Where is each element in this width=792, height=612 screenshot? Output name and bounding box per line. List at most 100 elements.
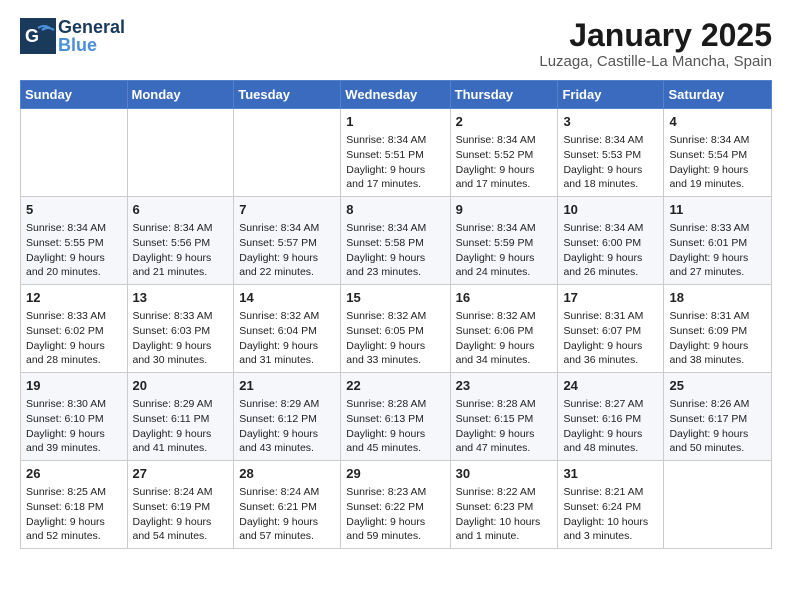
calendar-cell: 11Sunrise: 8:33 AM Sunset: 6:01 PM Dayli… [664,197,772,285]
calendar-cell: 20 Sunrise: 8:29 AM Sunset: 6:11 PM Dayli… [127,373,234,461]
calendar-cell [234,109,341,197]
day-number: 18 [669,289,766,307]
day-info: Sunrise: 8:31 AM Sunset: 6:07 PM Dayligh… [563,309,658,368]
day-info: Sunrise: 8:30 AM Sunset: 6:10 PM Dayligh… [26,397,122,456]
day-info: Sunrise: 8:34 AM Sunset: 5:57 PM Dayligh… [239,221,335,280]
day-number: 12 [26,289,122,307]
calendar-cell: 28 Sunrise: 8:24 AM Sunset: 6:21 PM Dayli… [234,460,341,548]
calendar-cell: 6 Sunrise: 8:34 AM Sunset: 5:56 PM Daylig… [127,197,234,285]
day-info: Sunrise: 8:24 AM Sunset: 6:21 PM Dayligh… [239,485,335,544]
logo-general: General [58,18,125,36]
day-number: 24 [563,377,658,395]
day-number: 7 [239,201,335,219]
day-number: 29 [346,465,444,483]
week-row-3: 12 Sunrise: 8:33 AM Sunset: 6:02 PM Dayli… [21,285,772,373]
day-number: 25 [669,377,766,395]
logo: G General Blue [20,18,125,54]
calendar-cell: 26 Sunrise: 8:25 AM Sunset: 6:18 PM Dayli… [21,460,128,548]
day-number: 31 [563,465,658,483]
day-number: 8 [346,201,444,219]
calendar-cell: 12 Sunrise: 8:33 AM Sunset: 6:02 PM Dayli… [21,285,128,373]
day-info: Sunrise: 8:25 AM Sunset: 6:18 PM Dayligh… [26,485,122,544]
calendar-cell: 3Sunrise: 8:34 AM Sunset: 5:53 PM Daylig… [558,109,664,197]
day-info: Sunrise: 8:22 AM Sunset: 6:23 PM Dayligh… [456,485,553,544]
calendar-table: SundayMondayTuesdayWednesdayThursdayFrid… [20,80,772,549]
day-number: 6 [133,201,229,219]
calendar-cell: 2Sunrise: 8:34 AM Sunset: 5:52 PM Daylig… [450,109,558,197]
day-info: Sunrise: 8:28 AM Sunset: 6:15 PM Dayligh… [456,397,553,456]
weekday-header-thursday: Thursday [450,81,558,109]
day-number: 26 [26,465,122,483]
week-row-1: 1 Sunrise: 8:34 AM Sunset: 5:51 PM Daylig… [21,109,772,197]
day-number: 1 [346,113,444,131]
calendar-cell: 17 Sunrise: 8:31 AM Sunset: 6:07 PM Dayli… [558,285,664,373]
day-info: Sunrise: 8:33 AM Sunset: 6:03 PM Dayligh… [133,309,229,368]
calendar-cell: 29 Sunrise: 8:23 AM Sunset: 6:22 PM Dayli… [341,460,450,548]
header: G General Blue January 2025 Luzaga, Cast… [20,18,772,70]
day-info: Sunrise: 8:21 AM Sunset: 6:24 PM Dayligh… [563,485,658,544]
day-info: Sunrise: 8:32 AM Sunset: 6:06 PM Dayligh… [456,309,553,368]
calendar-cell: 18 Sunrise: 8:31 AM Sunset: 6:09 PM Dayli… [664,285,772,373]
day-info: Sunrise: 8:24 AM Sunset: 6:19 PM Dayligh… [133,485,229,544]
calendar-cell: 31 Sunrise: 8:21 AM Sunset: 6:24 PM Dayli… [558,460,664,548]
calendar-cell: 27 Sunrise: 8:24 AM Sunset: 6:19 PM Dayli… [127,460,234,548]
day-info: Sunrise: 8:34 AM Sunset: 5:55 PM Dayligh… [26,221,122,280]
day-number: 2 [456,113,553,131]
day-info: Sunrise: 8:34 AM Sunset: 5:56 PM Dayligh… [133,221,229,280]
day-info: Sunrise: 8:34 AM Sunset: 5:53 PM Dayligh… [563,133,658,192]
logo-square: G [20,18,56,54]
page: G General Blue January 2025 Luzaga, Cast… [0,0,792,567]
day-number: 28 [239,465,335,483]
day-info: Sunrise: 8:32 AM Sunset: 6:04 PM Dayligh… [239,309,335,368]
day-number: 27 [133,465,229,483]
day-number: 15 [346,289,444,307]
day-info: Sunrise: 8:28 AM Sunset: 6:13 PM Dayligh… [346,397,444,456]
day-info: Sunrise: 8:34 AM Sunset: 5:54 PM Dayligh… [669,133,766,192]
day-info: Sunrise: 8:34 AM Sunset: 6:00 PM Dayligh… [563,221,658,280]
weekday-header-tuesday: Tuesday [234,81,341,109]
calendar-title: January 2025 [539,18,772,53]
calendar-cell [127,109,234,197]
calendar-cell [664,460,772,548]
day-info: Sunrise: 8:23 AM Sunset: 6:22 PM Dayligh… [346,485,444,544]
logo-text-block: General Blue [58,18,125,54]
calendar-cell: 9Sunrise: 8:34 AM Sunset: 5:59 PM Daylig… [450,197,558,285]
day-info: Sunrise: 8:29 AM Sunset: 6:11 PM Dayligh… [133,397,229,456]
calendar-cell: 25Sunrise: 8:26 AM Sunset: 6:17 PM Dayli… [664,373,772,461]
calendar-cell: 13 Sunrise: 8:33 AM Sunset: 6:03 PM Dayli… [127,285,234,373]
week-row-2: 5 Sunrise: 8:34 AM Sunset: 5:55 PM Daylig… [21,197,772,285]
calendar-cell: 7 Sunrise: 8:34 AM Sunset: 5:57 PM Daylig… [234,197,341,285]
calendar-cell: 4Sunrise: 8:34 AM Sunset: 5:54 PM Daylig… [664,109,772,197]
calendar-cell: 30 Sunrise: 8:22 AM Sunset: 6:23 PM Dayli… [450,460,558,548]
calendar-cell: 16 Sunrise: 8:32 AM Sunset: 6:06 PM Dayli… [450,285,558,373]
calendar-cell: 1 Sunrise: 8:34 AM Sunset: 5:51 PM Daylig… [341,109,450,197]
day-info: Sunrise: 8:29 AM Sunset: 6:12 PM Dayligh… [239,397,335,456]
day-info: Sunrise: 8:34 AM Sunset: 5:58 PM Dayligh… [346,221,444,280]
day-number: 13 [133,289,229,307]
calendar-subtitle: Luzaga, Castille-La Mancha, Spain [539,53,772,70]
day-number: 20 [133,377,229,395]
day-info: Sunrise: 8:33 AM Sunset: 6:01 PM Dayligh… [669,221,766,280]
day-number: 22 [346,377,444,395]
calendar-cell: 5 Sunrise: 8:34 AM Sunset: 5:55 PM Daylig… [21,197,128,285]
day-number: 30 [456,465,553,483]
day-number: 23 [456,377,553,395]
day-info: Sunrise: 8:33 AM Sunset: 6:02 PM Dayligh… [26,309,122,368]
svg-text:G: G [25,26,39,46]
day-number: 17 [563,289,658,307]
week-row-4: 19Sunrise: 8:30 AM Sunset: 6:10 PM Dayli… [21,373,772,461]
day-number: 5 [26,201,122,219]
day-number: 16 [456,289,553,307]
weekday-header-row: SundayMondayTuesdayWednesdayThursdayFrid… [21,81,772,109]
day-number: 21 [239,377,335,395]
weekday-header-sunday: Sunday [21,81,128,109]
calendar-cell: 22 Sunrise: 8:28 AM Sunset: 6:13 PM Dayli… [341,373,450,461]
calendar-cell: 8 Sunrise: 8:34 AM Sunset: 5:58 PM Daylig… [341,197,450,285]
day-info: Sunrise: 8:34 AM Sunset: 5:51 PM Dayligh… [346,133,444,192]
title-block: January 2025 Luzaga, Castille-La Mancha,… [539,18,772,70]
calendar-cell: 15Sunrise: 8:32 AM Sunset: 6:05 PM Dayli… [341,285,450,373]
week-row-5: 26 Sunrise: 8:25 AM Sunset: 6:18 PM Dayli… [21,460,772,548]
weekday-header-saturday: Saturday [664,81,772,109]
calendar-cell [21,109,128,197]
day-info: Sunrise: 8:31 AM Sunset: 6:09 PM Dayligh… [669,309,766,368]
